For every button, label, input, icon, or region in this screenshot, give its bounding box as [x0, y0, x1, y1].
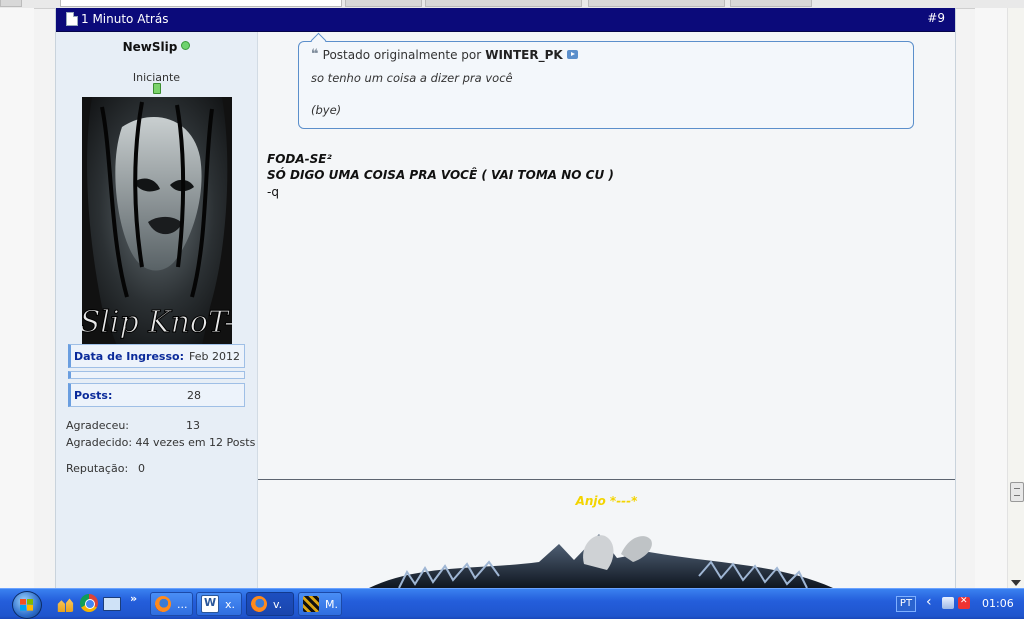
taskbar-item-game[interactable]: M.: [298, 592, 342, 616]
document-icon: [66, 12, 78, 26]
post-date: 1 Minuto Atrás: [66, 12, 168, 26]
users-quicklaunch-icon[interactable]: [57, 598, 74, 612]
thanks-given: Agradeceu: 13: [66, 419, 200, 432]
toolbar-fragment: [588, 0, 725, 7]
posts-label: Posts:: [74, 389, 113, 402]
vertical-scrollbar[interactable]: [1007, 8, 1024, 588]
chrome-quicklaunch-icon[interactable]: [80, 594, 98, 612]
view-post-icon[interactable]: [566, 50, 578, 59]
reputation-label: Reputação:: [66, 462, 129, 475]
scrollbar-thumb[interactable]: [1010, 482, 1024, 502]
join-date-value: Feb 2012: [189, 350, 240, 363]
firefox-icon: [155, 596, 171, 612]
network-icon[interactable]: [942, 597, 954, 609]
reputation-bar-icon: [153, 83, 161, 94]
toolbar-fragment: [345, 0, 422, 7]
quote-prefix: Postado originalmente por: [322, 47, 482, 62]
toolbar-fragment: [730, 0, 812, 7]
signature-artwork: [369, 534, 833, 588]
start-button[interactable]: [0, 589, 52, 619]
avatar-image: Slip KnoT-: [82, 97, 232, 346]
join-date-label: Data de Ingresso:: [74, 350, 184, 363]
quote-text-line: so tenho um coisa a dizer pra você: [311, 71, 513, 85]
posts-value: 28: [187, 389, 201, 402]
signature-image: [359, 524, 843, 588]
username-link[interactable]: NewSlip: [123, 40, 178, 54]
post-number-link[interactable]: #9: [927, 11, 945, 25]
taskbar-item-firefox-1[interactable]: ...: [150, 592, 193, 616]
info-box-separator: [68, 371, 245, 379]
language-indicator[interactable]: PT: [896, 596, 916, 612]
message-line: SÓ DIGO UMA COISA PRA VOCÊ ( VAI TOMA NO…: [267, 168, 614, 182]
signature-divider: [258, 479, 955, 480]
message-line: FODA-SE²: [267, 152, 332, 166]
taskbar-item-word[interactable]: x.: [196, 592, 242, 616]
taskbar-item-firefox-2[interactable]: v.: [246, 592, 294, 616]
action-center-warning-icon[interactable]: [958, 596, 970, 609]
thanks-given-value: 13: [186, 419, 200, 432]
quicklaunch-more-button[interactable]: »: [130, 592, 137, 605]
forum-post: 1 Minuto Atrás #9 NewSlip Iniciante Slip…: [55, 8, 956, 588]
taskbar-item-label: M.: [325, 597, 338, 611]
game-app-icon: [303, 596, 319, 612]
thanked-count: Agradecido: 44 vezes em 12 Posts: [66, 436, 256, 449]
system-tray: PT ‹ 01:06: [890, 589, 1024, 619]
toolbar-fragment: [0, 0, 22, 7]
word-document-icon: [201, 595, 219, 613]
taskbar: » ... x. v. M. PT ‹ 01:06: [0, 588, 1024, 619]
quote-box: ❝ Postado originalmente por WINTER_PK so…: [298, 41, 914, 129]
taskbar-item-label: x.: [225, 597, 236, 611]
posts-box: Posts: 28: [68, 383, 245, 407]
avatar[interactable]: Slip KnoT-: [82, 97, 232, 346]
taskbar-item-label: ...: [177, 597, 188, 611]
quote-icon: ❝: [311, 47, 319, 62]
quote-header: ❝ Postado originalmente por WINTER_PK: [311, 47, 578, 62]
address-bar-fragment[interactable]: [60, 0, 342, 7]
page-margin-right: [975, 8, 1007, 588]
quote-text-line: (bye): [311, 103, 342, 117]
join-date-box: Data de Ingresso: Feb 2012: [68, 344, 245, 368]
show-hidden-icons-icon[interactable]: ‹: [926, 594, 932, 610]
thanks-given-label: Agradeceu:: [66, 419, 130, 432]
reputation-value: 0: [138, 462, 145, 475]
avatar-lettering: Slip KnoT-: [82, 305, 232, 340]
quote-author: WINTER_PK: [485, 47, 563, 62]
online-status-icon: [181, 41, 191, 50]
signature-text: Anjo *---*: [575, 494, 638, 508]
message-line: -q: [267, 185, 279, 199]
show-desktop-icon[interactable]: [103, 597, 121, 611]
post-header: 1 Minuto Atrás #9: [56, 8, 955, 32]
username: NewSlip: [56, 40, 257, 54]
windows-logo-icon: [12, 591, 42, 619]
user-info-panel: NewSlip Iniciante Slip KnoT- Data de Ing…: [56, 32, 258, 588]
post-date-text: 1 Minuto Atrás: [81, 12, 169, 26]
scroll-down-arrow-icon[interactable]: [1011, 580, 1021, 586]
reputation: Reputação: 0: [66, 462, 145, 475]
clock[interactable]: 01:06: [982, 597, 1014, 610]
taskbar-item-label: v.: [273, 597, 283, 611]
firefox-icon: [251, 596, 267, 612]
page-margin-left: [0, 8, 34, 588]
toolbar-fragment: [425, 0, 582, 7]
